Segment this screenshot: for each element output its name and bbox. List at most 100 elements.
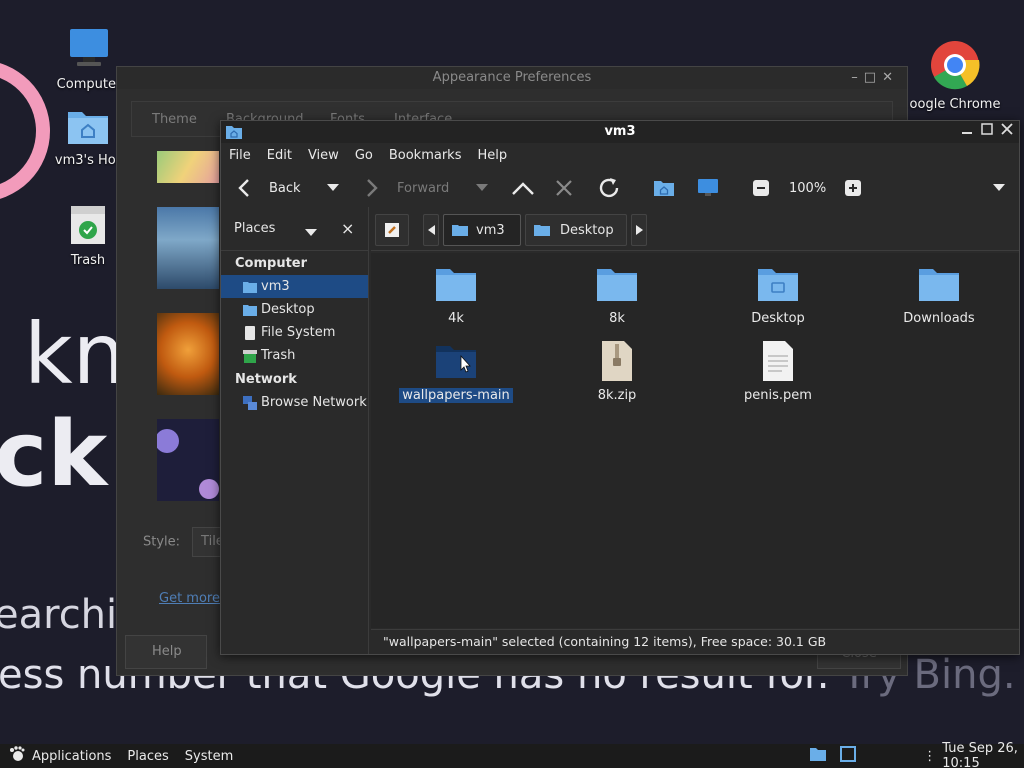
sidebar-item-browse-network[interactable]: Browse Network [221,391,368,414]
menu-view[interactable]: View [308,148,339,163]
home-button[interactable] [653,171,675,205]
menu-help[interactable]: Help [477,148,507,163]
desktop-icon-label: Trash [70,253,106,268]
sidebar-item-vm3[interactable]: vm3 [221,275,368,298]
drive-icon [245,325,255,340]
window-controls[interactable] [961,121,1013,143]
trash-icon [243,349,257,363]
sidebar-item-label: Desktop [261,302,315,317]
minimize-icon[interactable] [961,121,973,143]
chevron-down-icon [327,184,339,191]
desktop-icon-trash[interactable]: Trash [58,204,118,268]
file-item[interactable]: wallpapers-main [381,340,531,403]
path-scroll-left[interactable] [423,214,439,246]
desktop-icon-chrome[interactable]: oogle Chrome [900,40,1010,112]
chevron-down-icon[interactable] [305,226,317,241]
sidebar-item-trash[interactable]: Trash [221,344,368,367]
wallpaper-thumbnail[interactable] [157,419,219,501]
menu-bookmarks[interactable]: Bookmarks [389,148,462,163]
file-item[interactable]: 8k.zip [542,340,692,403]
forward-history-dropdown[interactable] [476,171,488,205]
folder-icon [597,269,637,301]
help-button[interactable]: Help [125,635,207,669]
minimize-icon[interactable]: – [851,70,864,85]
desktop-folder-icon [243,304,257,316]
up-button[interactable] [511,171,535,205]
menu-go[interactable]: Go [355,148,373,163]
close-icon[interactable] [1001,121,1013,143]
forward-label: Forward [397,180,450,196]
file-view[interactable]: 4k 8k Desktop Downloads wallpapers-main … [371,253,1019,628]
location-bar: vm3 Desktop [371,207,1019,251]
toolbar-overflow-button[interactable] [993,171,1005,205]
arrow-left-icon [238,179,249,197]
menu-bar: File Edit View Go Bookmarks Help [221,143,1019,167]
path-button-vm3[interactable]: vm3 [443,214,521,246]
desktop-folder-icon [758,269,798,301]
status-bar: "wallpapers-main" selected (containing 1… [371,629,1019,654]
back-history-dropdown[interactable] [327,171,339,205]
appearance-window-controls[interactable]: –□✕ [851,67,899,89]
computer-button[interactable] [697,171,719,205]
path-label: Desktop [560,222,614,238]
file-item[interactable]: 8k [542,263,692,326]
file-item[interactable]: Downloads [864,263,1014,326]
zoom-in-button[interactable] [845,171,861,205]
sidebar-item-filesystem[interactable]: File System [221,321,368,344]
help-label: Help [152,644,182,659]
wallpaper-thumbnail[interactable] [157,151,219,183]
wallpaper-thumbnail[interactable] [157,313,219,395]
menu-applications[interactable]: Applications [32,749,111,764]
zoom-in-icon [845,180,861,196]
maximize-icon[interactable]: □ [864,70,882,85]
file-manager-window[interactable]: vm3 File Edit View Go Bookmarks Help Bac… [220,120,1020,655]
file-name: Desktop [751,311,805,326]
toggle-path-edit-button[interactable] [375,214,409,246]
desktop-icon-computer[interactable]: Computer [54,26,124,92]
taskbar-window-appearance[interactable] [839,745,857,767]
menu-edit[interactable]: Edit [267,148,292,163]
network-icon [243,395,257,410]
folder-icon [436,269,476,301]
wallpaper-thumbnail[interactable] [157,207,219,289]
maximize-icon[interactable] [981,121,993,143]
back-button[interactable]: Back [235,171,301,205]
menu-places[interactable]: Places [127,749,168,764]
close-icon[interactable]: ✕ [882,70,899,85]
reload-button[interactable] [597,171,621,205]
file-item[interactable]: 4k [381,263,531,326]
taskbar-window-filemanager[interactable] [809,746,827,766]
computer-icon [70,29,108,66]
chevron-left-icon [427,225,435,235]
sidebar-item-label: Trash [261,348,296,363]
path-scroll-right[interactable] [631,214,647,246]
home-folder-icon [68,112,108,144]
zoom-out-button[interactable] [753,171,769,205]
menu-system[interactable]: System [185,749,233,764]
stop-button[interactable] [555,171,573,205]
menu-file[interactable]: File [229,148,251,163]
appearance-titlebar[interactable]: Appearance Preferences –□✕ [117,67,907,89]
close-sidebar-icon[interactable]: × [341,219,354,238]
file-manager-titlebar[interactable]: vm3 [221,121,1019,143]
gnome-foot-icon[interactable] [8,745,26,767]
tab-theme[interactable]: Theme [152,112,197,127]
sidebar-header: Places × [221,207,368,251]
forward-button[interactable]: Forward [363,171,449,205]
sidebar-item-desktop[interactable]: Desktop [221,298,368,321]
window-title: vm3 [604,124,636,139]
sidebar-item-label: Browse Network [261,395,367,410]
sidebar-selector[interactable]: Places [234,221,275,236]
sidebar-item-label: File System [261,325,336,340]
edit-icon [385,223,399,237]
file-item[interactable]: Desktop [703,263,853,326]
file-name: Downloads [903,311,975,326]
path-button-desktop[interactable]: Desktop [525,214,627,246]
appearance-icon [840,746,857,762]
clock[interactable]: Tue Sep 26, 10:15 [942,741,1024,768]
wallpaper-text-ck: ck [0,402,108,507]
kebab-menu-icon[interactable]: ⋮ [923,749,936,764]
file-item[interactable]: penis.pem [703,340,853,403]
get-more-link[interactable]: Get more [159,591,220,606]
file-name: penis.pem [744,388,812,403]
